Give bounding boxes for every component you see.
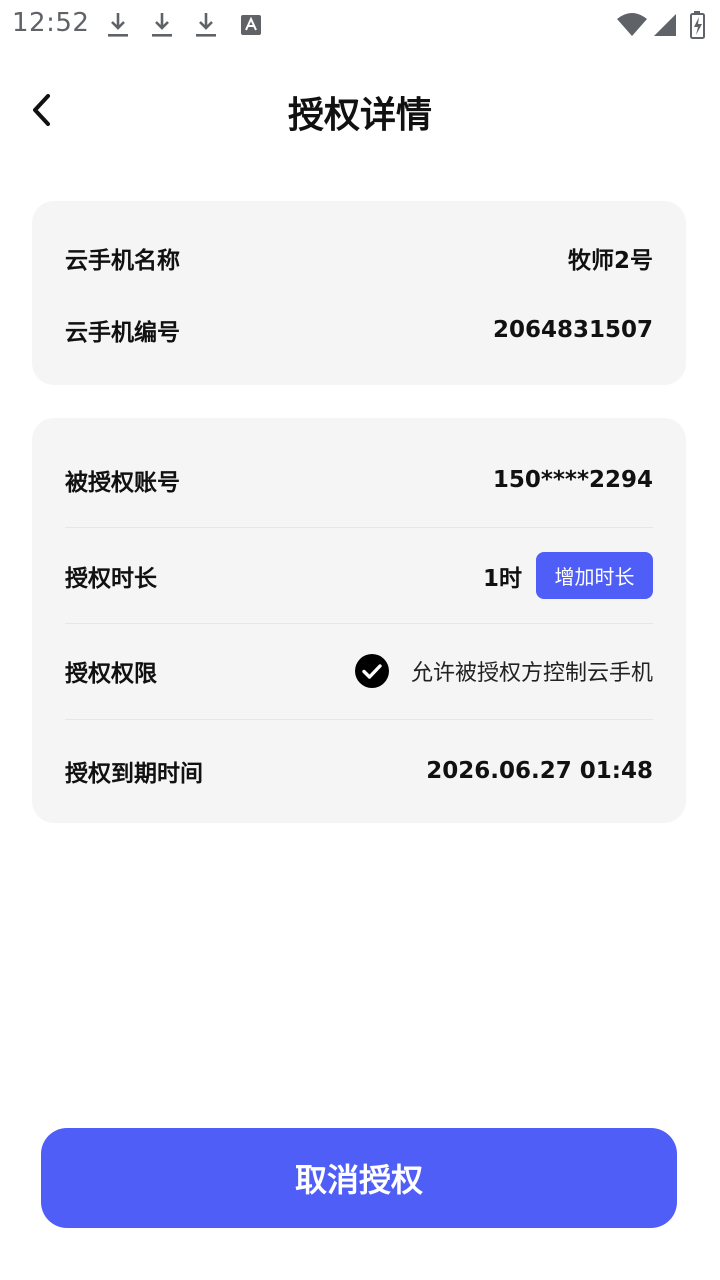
- phone-info-card: 云手机名称 牧师2号 云手机编号 2064831507: [32, 201, 686, 385]
- authorized-account-row: 被授权账号 150****2294: [65, 463, 653, 497]
- page-title: 授权详情: [287, 95, 432, 136]
- expire-time-label: 授权到期时间: [65, 761, 203, 787]
- status-bar: 12:52: [0, 0, 720, 50]
- phone-id-value: 2064831507: [492, 317, 653, 343]
- divider: [65, 623, 653, 624]
- auth-duration-value: 1时: [482, 565, 522, 592]
- phone-name-label: 云手机名称: [65, 248, 180, 274]
- permission-text: 允许被授权方控制云手机: [410, 661, 653, 686]
- divider: [65, 527, 653, 528]
- status-time: 12:52: [12, 8, 90, 38]
- download-icon: [149, 10, 175, 40]
- permission-option[interactable]: 允许被授权方控制云手机: [354, 654, 653, 688]
- auth-permission-row: 授权权限 允许被授权方控制云手机: [65, 654, 653, 688]
- auth-duration-row: 授权时长 1时 增加时长: [65, 552, 653, 599]
- authorized-account-label: 被授权账号: [65, 470, 180, 496]
- phone-id-row: 云手机编号 2064831507: [65, 313, 653, 347]
- keyboard-a-icon: [239, 10, 265, 40]
- expire-time-row: 授权到期时间 2026.06.27 01:48: [65, 754, 653, 788]
- phone-name-value: 牧师2号: [567, 248, 653, 274]
- download-icon: [105, 10, 131, 40]
- add-duration-button[interactable]: 增加时长: [536, 552, 653, 599]
- expire-time-value: 2026.06.27 01:48: [426, 758, 653, 784]
- phone-id-label: 云手机编号: [65, 320, 180, 346]
- signal-icon: [652, 10, 678, 40]
- authorized-account-value: 150****2294: [492, 467, 653, 493]
- authorization-card: 被授权账号 150****2294 授权时长 1时 增加时长 授权权限 允许被授…: [32, 418, 686, 823]
- cancel-authorization-button[interactable]: 取消授权: [41, 1128, 677, 1228]
- auth-duration-label: 授权时长: [65, 565, 157, 592]
- battery-charging-icon: [688, 10, 708, 40]
- download-icon: [193, 10, 219, 40]
- divider: [65, 719, 653, 720]
- auth-duration-value-group: 1时 增加时长: [483, 552, 653, 599]
- auth-detail-screen: 12:52 授权详情 云手机名称 牧师2号 云手机编号 2064831507 被…: [0, 0, 720, 1280]
- wifi-icon: [616, 10, 648, 40]
- auth-permission-label: 授权权限: [65, 661, 157, 687]
- phone-name-row: 云手机名称 牧师2号: [65, 241, 653, 275]
- check-circle-icon[interactable]: [354, 654, 389, 688]
- top-app-bar: 授权详情: [0, 60, 720, 160]
